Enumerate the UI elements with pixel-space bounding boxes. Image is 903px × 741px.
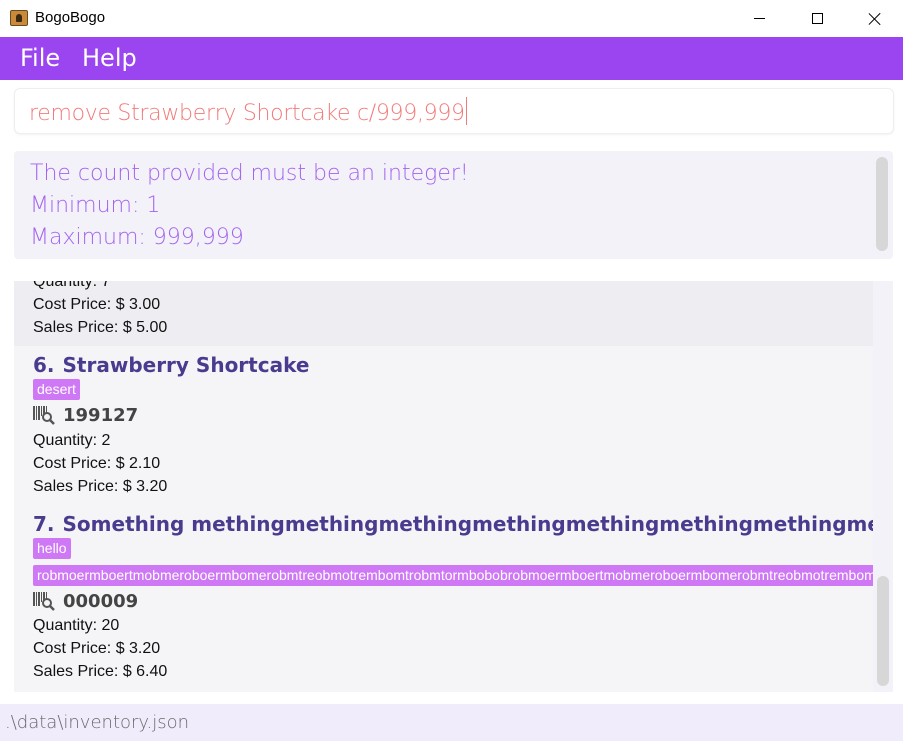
minimize-icon <box>753 18 765 19</box>
item-barcode: 000009 <box>33 590 138 612</box>
barcode-search-icon <box>33 406 55 425</box>
close-icon <box>868 12 882 26</box>
item-quantity: Quantity: 2 <box>33 432 111 449</box>
maximize-button[interactable] <box>788 0 846 37</box>
item-cost-price: Cost Price: $ 2.10 <box>33 455 161 472</box>
list-scrollbar[interactable] <box>877 576 889 686</box>
text-caret <box>465 97 467 125</box>
item-index: 7. <box>33 512 55 536</box>
list-item[interactable]: Quantity: 7 Cost Price: $ 3.00 Sales Pri… <box>14 281 873 346</box>
item-sales-price: Sales Price: $ 3.20 <box>33 478 168 495</box>
item-barcode: 199127 <box>33 404 138 426</box>
command-input[interactable]: remove Strawberry Shortcake c/999,999 <box>29 97 467 126</box>
close-button[interactable] <box>846 0 903 37</box>
maximize-icon <box>811 13 823 24</box>
menu-help[interactable]: Help <box>82 44 137 72</box>
item-title: 7. Something methingmethingmethingmething… <box>33 512 873 536</box>
command-box[interactable]: remove Strawberry Shortcake c/999,999 <box>14 88 894 134</box>
item-tag: robmoermboertmobmeroboermbomerobmtreobmo… <box>33 565 873 586</box>
command-text: remove Strawberry Shortcake c/999,999 <box>29 101 465 126</box>
window-title: BogoBogo <box>35 9 106 26</box>
item-cost-price: Cost Price: $ 3.20 <box>33 640 161 657</box>
item-quantity: Quantity: 7 <box>33 281 111 290</box>
app-icon <box>10 10 28 26</box>
list-item[interactable]: 6. Strawberry Shortcake desert 199127 Qua… <box>14 346 873 505</box>
result-message-line: The count provided must be an integer! <box>30 161 469 186</box>
item-cost-price: Cost Price: $ 3.00 <box>33 296 161 313</box>
title-bar: BogoBogo <box>0 0 903 37</box>
item-name: Something methingmethingmethingmethingme… <box>62 512 873 536</box>
status-bar: .\data\inventory.json <box>0 704 903 741</box>
list-item[interactable]: 7. Something methingmethingmethingmething… <box>14 505 873 692</box>
result-display: The count provided must be an integer! M… <box>14 151 893 259</box>
result-minimum-line: Minimum: 1 <box>30 193 161 218</box>
storage-file-path: .\data\inventory.json <box>5 712 190 733</box>
barcode-value: 199127 <box>63 404 139 426</box>
item-tag: desert <box>33 379 80 400</box>
result-scrollbar[interactable] <box>876 157 888 251</box>
menu-bar: File Help <box>0 37 903 80</box>
item-name: Strawberry Shortcake <box>62 353 310 377</box>
menu-file[interactable]: File <box>20 44 60 72</box>
item-quantity: Quantity: 20 <box>33 617 120 634</box>
item-index: 6. <box>33 353 55 377</box>
barcode-value: 000009 <box>63 590 139 612</box>
item-sales-price: Sales Price: $ 6.40 <box>33 663 168 680</box>
item-sales-price: Sales Price: $ 5.00 <box>33 319 168 336</box>
minimize-button[interactable] <box>730 0 788 37</box>
item-list: Quantity: 7 Cost Price: $ 3.00 Sales Pri… <box>14 281 893 692</box>
item-title: 6. Strawberry Shortcake <box>33 353 309 377</box>
result-maximum-line: Maximum: 999,999 <box>30 225 244 250</box>
barcode-search-icon <box>33 592 55 611</box>
item-tag: hello <box>33 538 71 559</box>
